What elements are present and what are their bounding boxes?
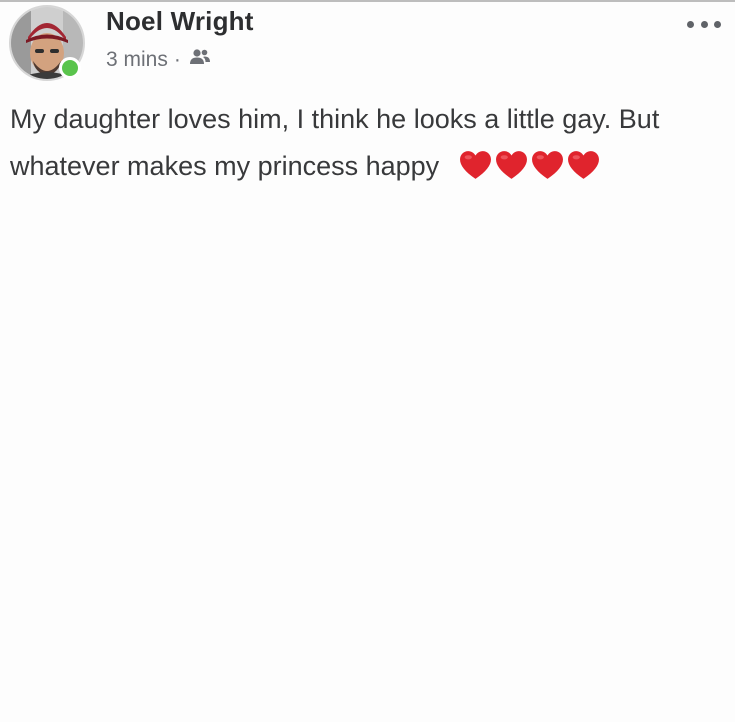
more-options-icon (687, 20, 694, 28)
more-options-dot (700, 20, 708, 28)
red-heart-icon (495, 151, 527, 179)
post-text-line-2: whatever makes my princess happy (10, 151, 440, 181)
red-heart-icon (531, 151, 563, 179)
more-options-dot (714, 20, 721, 28)
more-options-button[interactable] (687, 14, 721, 34)
emoji-group (459, 150, 600, 180)
red-heart-icon (459, 151, 491, 179)
friends-icon[interactable] (189, 48, 211, 72)
facebook-post: Noel Wright 3 mins · My daughter loves h… (0, 0, 735, 722)
post-text-line-1: My daughter loves him, I think he looks … (10, 104, 660, 134)
post-timestamp[interactable]: 3 mins (106, 48, 168, 72)
avatar[interactable] (9, 5, 85, 81)
post-meta: 3 mins · (106, 48, 211, 72)
post-body: My daughter loves him, I think he looks … (10, 96, 732, 190)
meta-separator: · (173, 48, 181, 71)
online-status-indicator (59, 57, 81, 79)
author-name[interactable]: Noel Wright (106, 6, 254, 37)
red-heart-icon (567, 151, 599, 179)
